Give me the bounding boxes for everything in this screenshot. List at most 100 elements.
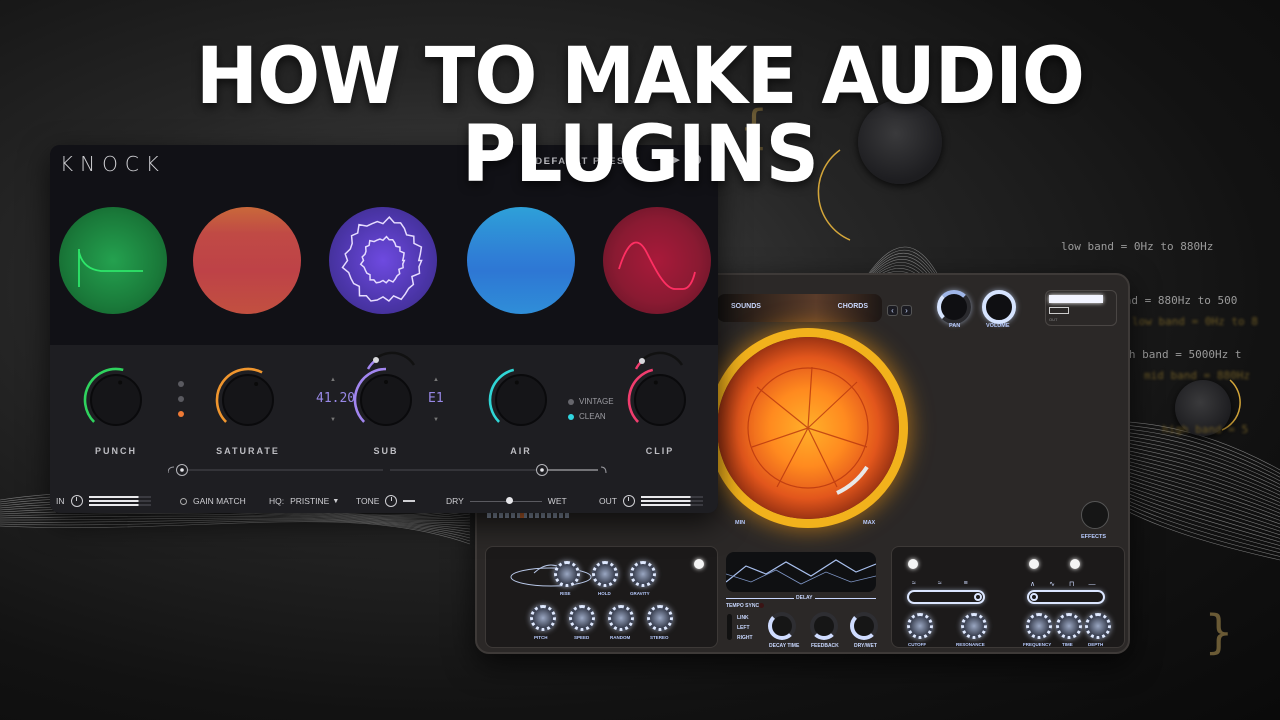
- clip-secondary-arc[interactable]: [630, 351, 690, 371]
- sub-note-up-icon[interactable]: ▲: [433, 377, 439, 383]
- routing-switch[interactable]: [727, 614, 732, 640]
- gain-match-toggle[interactable]: GAIN MATCH: [180, 496, 246, 506]
- lfo-frequency-label: FREQUENCY: [1023, 642, 1052, 647]
- max-label: MAX: [863, 520, 876, 526]
- tempo-sync-toggle[interactable]: [759, 603, 764, 608]
- sub-freq-down-icon[interactable]: ▼: [330, 417, 336, 423]
- knob-pointer: [653, 380, 658, 385]
- air-mode-clean[interactable]: CLEAN: [568, 412, 606, 421]
- routing-left[interactable]: LEFT: [737, 625, 750, 631]
- chords-label: CHORDS: [837, 303, 868, 310]
- saturate-label: SATURATE: [216, 446, 280, 456]
- output-toggle[interactable]: [1049, 307, 1069, 314]
- in-label: IN: [56, 496, 65, 506]
- filter-type-icons: ≈≈≡: [912, 580, 990, 587]
- lava-core-knob[interactable]: [717, 337, 899, 519]
- tone-knob[interactable]: [385, 495, 398, 507]
- headline-title: HOW TO MAKE AUDIO PLUGINS: [196, 32, 1085, 200]
- fx-panel-filter-lfo: ≈≈≡ CUTOFF RESONANCE ∧∿⊓— FREQUENCY TIME…: [891, 546, 1125, 648]
- lava-header: SOUNDS CHORDS ‹ › PAN VOLUME OUT: [717, 288, 1117, 329]
- min-label: MIN: [735, 520, 746, 526]
- sub-secondary-arc[interactable]: [362, 351, 422, 371]
- cutoff-knob[interactable]: [907, 613, 933, 639]
- stereo-label: STEREO: [650, 635, 669, 640]
- crossover-slider[interactable]: [168, 463, 613, 479]
- fx-power-toggle[interactable]: [694, 559, 704, 569]
- delay-dry-wet-label: DRY/WET: [854, 643, 877, 649]
- air-mode-vintage[interactable]: VINTAGE: [568, 397, 614, 406]
- decay-time-knob[interactable]: [768, 612, 796, 640]
- air-mode-label: CLEAN: [579, 412, 606, 421]
- dry-wet-thumb[interactable]: [505, 497, 513, 504]
- gravity-knob[interactable]: [630, 561, 656, 587]
- delay-dry-wet-knob[interactable]: [850, 612, 878, 640]
- saturate-knob-graphic: [215, 367, 274, 426]
- air-knob[interactable]: [486, 365, 556, 435]
- pitch-knob[interactable]: [530, 605, 556, 631]
- feedback-knob[interactable]: [810, 612, 838, 640]
- radio-dot-icon: [568, 398, 574, 405]
- sub-freq-up-icon[interactable]: ▲: [330, 377, 336, 383]
- knob-body: [634, 374, 686, 426]
- ufo-icon: [510, 564, 592, 587]
- volume-knob[interactable]: [982, 290, 1016, 324]
- punch-knob[interactable]: [81, 365, 151, 435]
- saturate-mode-dot[interactable]: [178, 411, 184, 417]
- hold-knob[interactable]: [592, 561, 618, 587]
- lfo-power-toggle[interactable]: [1029, 559, 1039, 569]
- clip-label: CLIP: [645, 446, 675, 456]
- stereo-knob[interactable]: [647, 605, 673, 631]
- dry-label: DRY: [446, 496, 464, 506]
- input-gain-knob[interactable]: [70, 495, 83, 507]
- filter-type-slider[interactable]: [907, 590, 985, 604]
- saturate-mode-dot[interactable]: [178, 381, 184, 387]
- resonance-knob[interactable]: [961, 613, 987, 639]
- knock-plugin-window: KNOCK DEFAULT PRESET ◀ ▶ + PUNCH SATURATE…: [50, 145, 718, 513]
- browser-next-button[interactable]: ›: [901, 305, 912, 316]
- routing-right[interactable]: RIGHT: [737, 635, 753, 641]
- filter-power-toggle[interactable]: [908, 559, 918, 569]
- lfo-shape-slider[interactable]: [1027, 590, 1105, 604]
- effects-button[interactable]: [1081, 501, 1109, 529]
- chevron-down-icon: ▼: [332, 497, 340, 505]
- tempo-sync-label: TEMPO SYNC: [726, 603, 760, 609]
- lfo-depth-knob[interactable]: [1085, 613, 1111, 639]
- code-snippet-blurred: low band = 0Hz to 8 mid band = 880Hz hig…: [1132, 277, 1258, 457]
- saturate-mode-dot[interactable]: [178, 396, 184, 402]
- random-knob[interactable]: [608, 605, 634, 631]
- output-meter-box: OUT: [1045, 290, 1117, 326]
- lfo-frequency-knob[interactable]: [1026, 613, 1052, 639]
- routing-link[interactable]: LINK: [737, 615, 749, 621]
- pitch-label: PITCH: [534, 635, 548, 640]
- knob-body: [90, 374, 142, 426]
- sub-knob[interactable]: [351, 365, 421, 435]
- sub-note-down-icon[interactable]: ▼: [433, 417, 439, 423]
- clip-knob[interactable]: [625, 365, 695, 435]
- sound-browser[interactable]: SOUNDS CHORDS: [717, 294, 882, 322]
- fx-panel-delay: DELAY TEMPO SYNC LINK LEFT RIGHT DECAY T…: [722, 546, 882, 649]
- hold-label: HOLD: [598, 591, 611, 596]
- code-line: high band = 5: [1162, 423, 1249, 436]
- mountain-waveform-icon: [726, 559, 876, 585]
- lfo-sync-toggle[interactable]: [1070, 559, 1080, 569]
- browser-prev-button[interactable]: ‹: [887, 305, 898, 316]
- knock-bottom-bar: IN GAIN MATCH HQ: PRISTINE ▼ TONE DRY WE…: [50, 489, 718, 513]
- dry-wet-slider[interactable]: [469, 497, 542, 505]
- sub-frequency-value[interactable]: 41.20: [316, 391, 355, 406]
- speed-knob[interactable]: [569, 605, 595, 631]
- hq-dropdown[interactable]: HQ: PRISTINE ▼: [269, 496, 339, 506]
- transient-curve-icon: [78, 249, 143, 287]
- rise-knob[interactable]: [554, 561, 580, 587]
- hq-value: PRISTINE: [290, 496, 330, 506]
- pan-knob[interactable]: [937, 290, 971, 324]
- rise-label: RISE: [560, 591, 571, 596]
- decor-brace-close: }: [1205, 605, 1233, 659]
- lfo-depth-label: DEPTH: [1088, 642, 1104, 647]
- output-gain-knob[interactable]: [622, 495, 635, 507]
- lfo-shape-icons: ∧∿⊓—: [1030, 581, 1110, 588]
- sub-note-value[interactable]: E1: [428, 391, 444, 406]
- out-label: OUT: [599, 496, 617, 506]
- saturate-mode-selector[interactable]: [178, 381, 184, 426]
- lfo-time-knob[interactable]: [1056, 613, 1082, 639]
- saturate-knob[interactable]: [213, 365, 283, 435]
